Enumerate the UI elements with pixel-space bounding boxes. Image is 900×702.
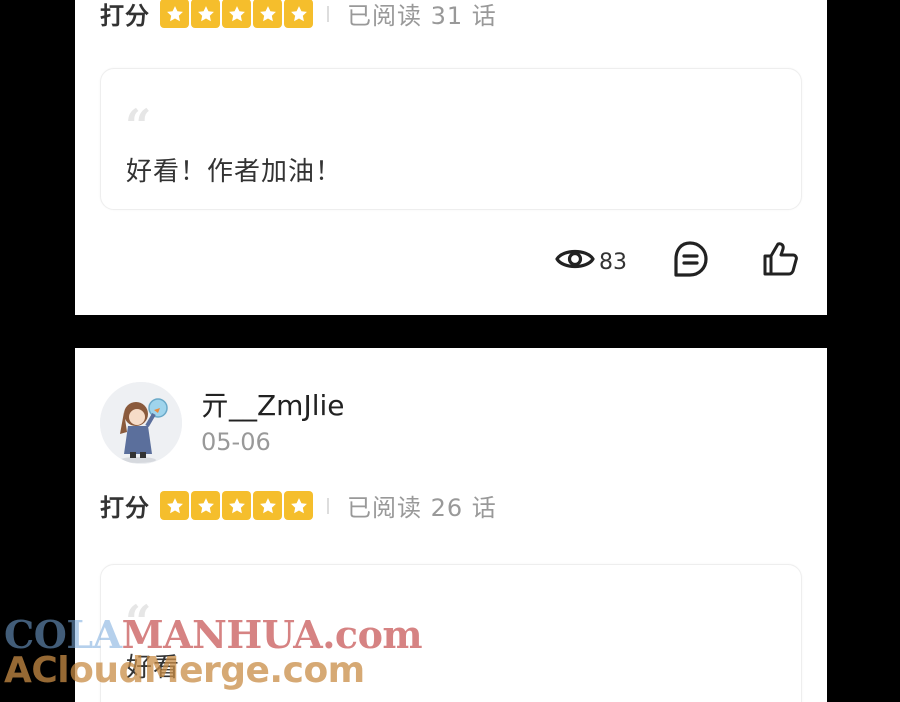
rating-row: 打分 已阅读 26 话 xyxy=(100,488,497,523)
star-icon xyxy=(191,491,220,520)
star-icon xyxy=(222,491,251,520)
star-rating xyxy=(160,0,313,28)
avatar[interactable] xyxy=(100,382,182,464)
thumbs-up-icon xyxy=(761,240,799,284)
view-count: 83 xyxy=(555,244,627,280)
comment-button[interactable] xyxy=(671,240,709,284)
rating-label: 打分 xyxy=(100,494,150,522)
chapters-read: 已阅读 26 话 xyxy=(347,494,497,522)
divider xyxy=(327,497,329,514)
eye-icon xyxy=(555,244,595,280)
rating-row: 打分 已阅读 31 话 xyxy=(100,0,497,31)
divider xyxy=(327,5,329,22)
comment-box[interactable]: “ 好看！作者加油！ xyxy=(100,68,802,210)
post-date: 05-06 xyxy=(201,428,271,456)
review-actions: 83 xyxy=(555,240,799,284)
star-icon xyxy=(284,0,313,28)
comment-bubble-icon xyxy=(671,240,709,284)
star-icon xyxy=(222,0,251,28)
chapters-read: 已阅读 31 话 xyxy=(347,2,497,30)
star-icon xyxy=(253,0,282,28)
star-icon xyxy=(253,491,282,520)
open-quote-icon: “ xyxy=(125,99,152,153)
rating-label: 打分 xyxy=(100,2,150,30)
watermark: ACloudMerge.com xyxy=(4,650,365,691)
like-button[interactable] xyxy=(761,240,799,284)
view-count-value: 83 xyxy=(599,249,627,275)
star-icon xyxy=(160,0,189,28)
star-icon xyxy=(160,491,189,520)
username[interactable]: 亓__ZmJlie xyxy=(201,384,345,424)
star-icon xyxy=(284,491,313,520)
star-rating xyxy=(160,491,313,520)
star-icon xyxy=(191,0,220,28)
page: 打分 已阅读 31 话 “ 好看！作者加油！ 83 亓__ZmJlie 05-0… xyxy=(0,0,900,702)
review-card: 打分 已阅读 31 话 “ 好看！作者加油！ 83 xyxy=(75,0,827,315)
comment-text: 好看！作者加油！ xyxy=(126,157,343,187)
avatar-image xyxy=(100,382,182,464)
